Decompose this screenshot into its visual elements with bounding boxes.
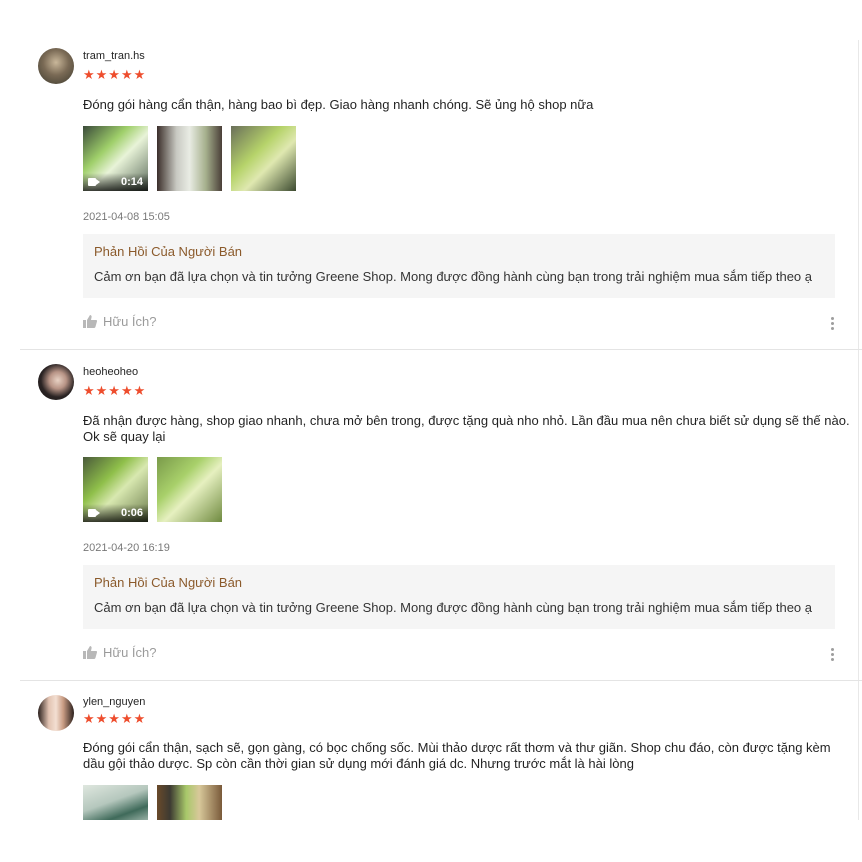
seller-reply: Phản Hồi Của Người Bán Cảm ơn bạn đã lựa… — [83, 234, 835, 298]
review-media: 0:14 — [83, 126, 296, 191]
review-video-thumbnail[interactable]: 0:06 — [83, 457, 148, 522]
review-divider — [20, 349, 862, 350]
review-image-thumbnail[interactable] — [157, 457, 222, 522]
review-username[interactable]: heoheoheo — [83, 366, 138, 378]
helpful-button[interactable]: Hữu Ích? — [83, 645, 157, 660]
review-video-thumbnail[interactable]: 0:14 — [83, 126, 148, 191]
rating-stars: ★★★★★ — [83, 67, 147, 82]
review-timestamp: 2021-04-20 16:19 — [83, 542, 170, 554]
more-vertical-icon[interactable] — [829, 647, 835, 663]
seller-reply: Phản Hồi Của Người Bán Cảm ơn bạn đã lựa… — [83, 565, 835, 629]
scroll-divider — [858, 40, 859, 820]
video-camera-icon — [88, 178, 100, 186]
thumbs-up-icon — [83, 646, 97, 659]
review-image-thumbnail[interactable] — [157, 126, 222, 191]
rating-stars: ★★★★★ — [83, 383, 147, 398]
more-vertical-icon[interactable] — [829, 316, 835, 332]
avatar[interactable] — [38, 48, 74, 84]
viewport-bottom-mask — [0, 820, 862, 862]
avatar[interactable] — [38, 364, 74, 400]
review-content: Đóng gói cẩn thận, sạch sẽ, gọn gàng, có… — [83, 740, 831, 771]
avatar[interactable] — [38, 695, 74, 731]
seller-reply-title: Phản Hồi Của Người Bán — [94, 244, 243, 259]
helpful-label: Hữu Ích? — [103, 645, 157, 660]
review-media: 0:06 — [83, 457, 222, 522]
review-content: Đóng gói hàng cẩn thận, hàng bao bì đẹp.… — [83, 97, 594, 112]
review-username[interactable]: tram_tran.hs — [83, 50, 145, 62]
helpful-label: Hữu Ích? — [103, 314, 157, 329]
review-divider — [20, 680, 862, 681]
video-overlay: 0:06 — [83, 504, 148, 522]
seller-reply-text: Cảm ơn bạn đã lựa chọn và tin tưởng Gree… — [94, 269, 813, 284]
review-content: Đã nhận được hàng, shop giao nhanh, chưa… — [83, 413, 850, 444]
helpful-button[interactable]: Hữu Ích? — [83, 314, 157, 329]
review-username[interactable]: ylen_nguyen — [83, 696, 145, 708]
review-timestamp: 2021-04-08 15:05 — [83, 211, 170, 223]
video-duration: 0:14 — [120, 176, 143, 188]
rating-stars: ★★★★★ — [83, 711, 147, 726]
seller-reply-text: Cảm ơn bạn đã lựa chọn và tin tưởng Gree… — [94, 600, 813, 615]
video-overlay: 0:14 — [83, 173, 148, 191]
thumbs-up-icon — [83, 315, 97, 328]
review-image-thumbnail[interactable] — [231, 126, 296, 191]
video-duration: 0:06 — [120, 507, 143, 519]
video-camera-icon — [88, 509, 100, 517]
seller-reply-title: Phản Hồi Của Người Bán — [94, 575, 243, 590]
